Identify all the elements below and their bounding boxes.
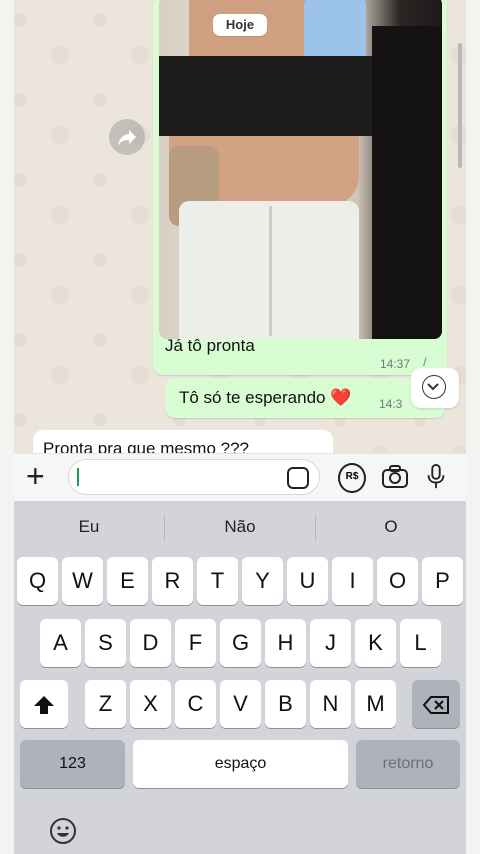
- key-s[interactable]: S: [85, 619, 126, 667]
- image-message-bubble[interactable]: Já tô pronta 14:37 //: [153, 0, 447, 375]
- key-b[interactable]: B: [265, 680, 306, 728]
- received-message-text: Pronta pra que mesmo ???: [43, 439, 250, 453]
- key-t[interactable]: T: [197, 557, 238, 605]
- key-o[interactable]: O: [377, 557, 418, 605]
- forward-button[interactable]: [109, 119, 145, 155]
- backspace-key[interactable]: [412, 680, 460, 728]
- key-y[interactable]: Y: [242, 557, 283, 605]
- message-time: 14:37: [380, 357, 411, 371]
- backspace-icon: [422, 696, 449, 715]
- scroll-down-button[interactable]: [411, 368, 459, 408]
- sent-message[interactable]: Tô só te esperando ❤️ 14:3: [165, 378, 445, 418]
- key-c[interactable]: C: [175, 680, 216, 728]
- read-ticks: //: [423, 355, 426, 369]
- key-e[interactable]: E: [107, 557, 148, 605]
- key-z[interactable]: Z: [85, 680, 126, 728]
- return-key[interactable]: retorno: [356, 740, 460, 788]
- image-caption: Já tô pronta: [165, 336, 255, 355]
- chat-scrollbar[interactable]: [458, 43, 462, 168]
- message-input-bar: + R$: [14, 453, 466, 502]
- key-m[interactable]: M: [355, 680, 396, 728]
- key-w[interactable]: W: [62, 557, 103, 605]
- camera-icon[interactable]: [381, 464, 409, 490]
- key-u[interactable]: U: [287, 557, 328, 605]
- key-j[interactable]: J: [310, 619, 351, 667]
- suggestion-bar: Eu Não O: [14, 501, 466, 553]
- key-d[interactable]: D: [130, 619, 171, 667]
- key-p[interactable]: P: [422, 557, 463, 605]
- forward-icon: [118, 130, 136, 146]
- key-l[interactable]: L: [400, 619, 441, 667]
- key-h[interactable]: H: [265, 619, 306, 667]
- key-n[interactable]: N: [310, 680, 351, 728]
- numbers-key[interactable]: 123: [20, 740, 125, 788]
- chat-area[interactable]: Já tô pronta 14:37 // Hoje Tô só te espe…: [0, 0, 480, 453]
- chevron-down-icon: [427, 383, 439, 391]
- key-i[interactable]: I: [332, 557, 373, 605]
- key-f[interactable]: F: [175, 619, 216, 667]
- key-q[interactable]: Q: [17, 557, 58, 605]
- key-r[interactable]: R: [152, 557, 193, 605]
- suggestion-3[interactable]: O: [316, 501, 466, 553]
- suggestion-1[interactable]: Eu: [14, 501, 164, 553]
- shift-key[interactable]: [20, 680, 68, 728]
- key-k[interactable]: K: [355, 619, 396, 667]
- plus-icon[interactable]: +: [26, 460, 45, 492]
- shift-icon: [34, 696, 54, 715]
- key-a[interactable]: A: [40, 619, 81, 667]
- suggestion-2[interactable]: Não: [165, 501, 315, 553]
- keyboard: Eu Não O Q W E R T Y U I O P A S D F G H…: [14, 501, 466, 854]
- message-photo[interactable]: [159, 0, 442, 339]
- sticker-icon[interactable]: [287, 467, 309, 489]
- emoji-icon[interactable]: [49, 817, 77, 845]
- message-input[interactable]: [68, 459, 320, 495]
- date-chip: Hoje: [213, 14, 267, 36]
- key-g[interactable]: G: [220, 619, 261, 667]
- sent-message-time: 14:3: [379, 397, 403, 411]
- key-v[interactable]: V: [220, 680, 261, 728]
- microphone-icon[interactable]: [426, 464, 446, 490]
- key-x[interactable]: X: [130, 680, 171, 728]
- space-key[interactable]: espaço: [133, 740, 348, 788]
- received-message[interactable]: Pronta pra que mesmo ???: [33, 430, 333, 453]
- sent-message-text: Tô só te esperando ❤️: [179, 388, 352, 407]
- payment-icon[interactable]: R$: [338, 463, 366, 493]
